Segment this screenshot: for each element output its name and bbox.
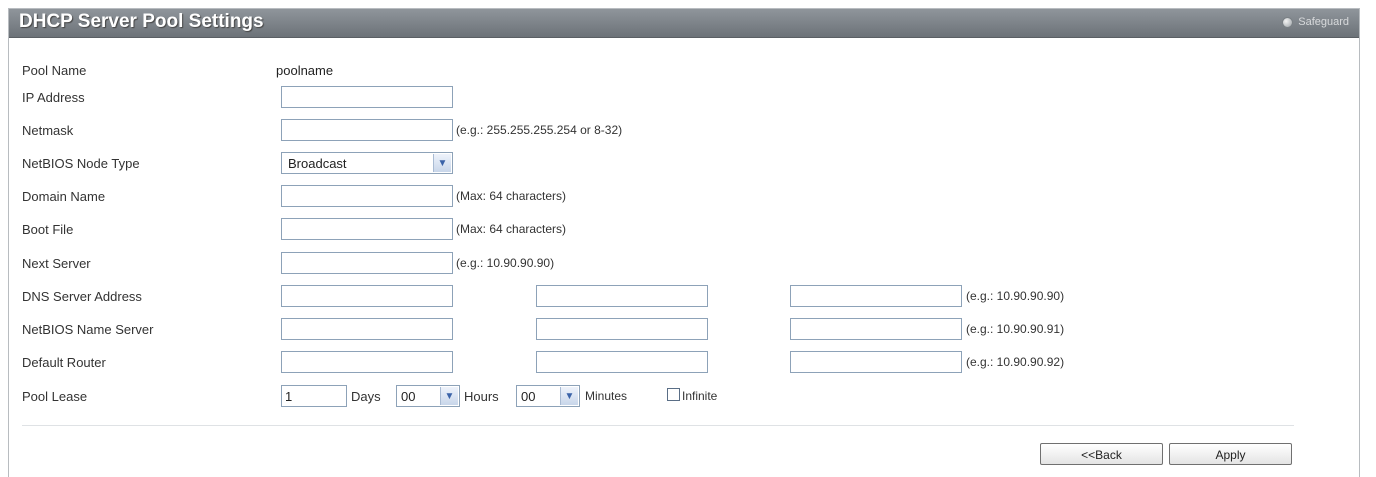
default-router-label: Default Router — [22, 355, 106, 370]
netbios-name-server-input-3[interactable] — [790, 318, 962, 340]
pool-lease-row: Pool Lease 1 Days 00 ▼ Hours 00 ▼ Minute… — [0, 384, 1376, 410]
dns-server-address-input-2[interactable] — [536, 285, 708, 307]
default-router-row: Default Router (e.g.: 10.90.90.92) — [0, 350, 1376, 376]
boot-file-hint: (Max: 64 characters) — [456, 222, 567, 236]
netmask-hint: (e.g.: 255.255.255.254 or 8-32) — [456, 123, 623, 137]
safeguard-label: Safeguard — [1298, 16, 1349, 28]
apply-button[interactable]: Apply — [1169, 443, 1292, 465]
netbios-name-server-input-2[interactable] — [536, 318, 708, 340]
infinite-checkbox[interactable] — [667, 388, 680, 401]
lease-minutes-label: Minutes — [585, 389, 628, 403]
dns-server-address-row: DNS Server Address (e.g.: 10.90.90.90) — [0, 284, 1376, 310]
pool-lease-label: Pool Lease — [22, 389, 88, 404]
next-server-label: Next Server — [22, 256, 91, 271]
default-router-input-2[interactable] — [536, 351, 708, 373]
default-router-hint: (e.g.: 10.90.90.92) — [966, 355, 1065, 369]
netbios-node-type-label: NetBIOS Node Type — [22, 156, 140, 171]
chevron-down-icon[interactable]: ▼ — [560, 387, 578, 405]
domain-name-input[interactable] — [281, 185, 453, 207]
domain-name-hint: (Max: 64 characters) — [456, 189, 567, 203]
default-router-input-3[interactable] — [790, 351, 962, 373]
dns-server-address-input-1[interactable] — [281, 285, 453, 307]
next-server-hint: (e.g.: 10.90.90.90) — [456, 256, 555, 270]
pool-name-value: poolname — [276, 63, 334, 78]
lease-days-label: Days — [351, 389, 381, 404]
safeguard-status-icon — [1282, 16, 1294, 28]
boot-file-row: Boot File (Max: 64 characters) — [0, 217, 1376, 243]
netbios-node-type-row: NetBIOS Node Type Broadcast ▼ — [0, 151, 1376, 177]
chevron-down-icon[interactable]: ▼ — [433, 154, 451, 172]
lease-hours-value: 00 — [401, 389, 416, 404]
boot-file-label: Boot File — [22, 222, 74, 237]
title-bar: DHCP Server Pool Settings Safeguard — [9, 9, 1359, 38]
netbios-name-server-hint: (e.g.: 10.90.90.91) — [966, 322, 1065, 336]
netmask-label: Netmask — [22, 123, 74, 138]
netmask-input[interactable] — [281, 119, 453, 141]
infinite-label: Infinite — [682, 389, 718, 403]
default-router-input-1[interactable] — [281, 351, 453, 373]
dns-server-address-hint: (e.g.: 10.90.90.90) — [966, 289, 1065, 303]
ip-address-label: IP Address — [22, 90, 85, 105]
lease-minutes-value: 00 — [521, 389, 536, 404]
ip-address-row: IP Address — [0, 85, 1376, 111]
safeguard-indicator: Safeguard — [1282, 16, 1349, 28]
divider — [22, 425, 1294, 426]
netbios-name-server-input-1[interactable] — [281, 318, 453, 340]
back-button[interactable]: <<Back — [1040, 443, 1163, 465]
lease-minutes-select[interactable]: 00 ▼ — [516, 385, 580, 407]
netmask-row: Netmask (e.g.: 255.255.255.254 or 8-32) — [0, 118, 1376, 144]
netbios-node-type-value: Broadcast — [288, 156, 347, 171]
next-server-input[interactable] — [281, 252, 453, 274]
netbios-node-type-select[interactable]: Broadcast ▼ — [281, 152, 453, 174]
page-title: DHCP Server Pool Settings — [19, 11, 264, 32]
netbios-name-server-label: NetBIOS Name Server — [22, 322, 154, 337]
lease-hours-label: Hours — [464, 389, 499, 404]
netbios-name-server-row: NetBIOS Name Server (e.g.: 10.90.90.91) — [0, 317, 1376, 343]
domain-name-label: Domain Name — [22, 189, 106, 204]
lease-hours-select[interactable]: 00 ▼ — [396, 385, 460, 407]
next-server-row: Next Server (e.g.: 10.90.90.90) — [0, 251, 1376, 277]
lease-days-input[interactable]: 1 — [281, 385, 347, 407]
chevron-down-icon[interactable]: ▼ — [440, 387, 458, 405]
pool-name-label: Pool Name — [22, 63, 87, 78]
dns-server-address-label: DNS Server Address — [22, 289, 142, 304]
boot-file-input[interactable] — [281, 218, 453, 240]
dns-server-address-input-3[interactable] — [790, 285, 962, 307]
pool-name-row: Pool Name poolname — [0, 58, 1376, 84]
ip-address-input[interactable] — [281, 86, 453, 108]
lease-days-value: 1 — [285, 389, 293, 404]
domain-name-row: Domain Name (Max: 64 characters) — [0, 184, 1376, 210]
